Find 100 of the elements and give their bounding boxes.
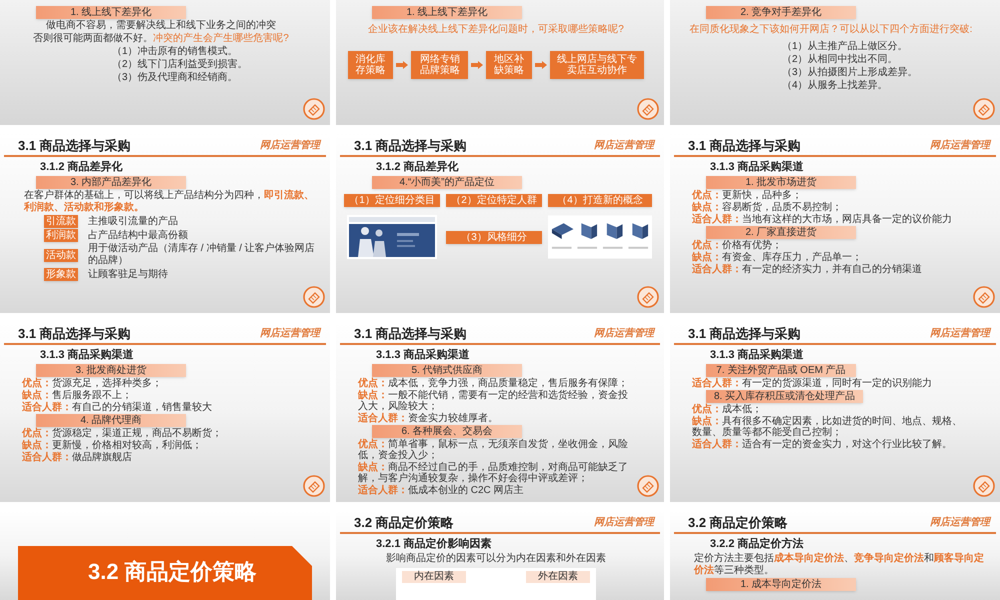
slide-title: 3.2 商品定价策略 [688, 515, 788, 531]
brand-text: 网店运营管理 [260, 138, 320, 153]
slide-title: 3.2 商品定价策略 [354, 515, 454, 531]
tag-label: （1）定位细分类目 [344, 194, 440, 207]
emblem-icon [637, 475, 659, 497]
list-item: （3）伤及代理商和经销商。 [112, 72, 238, 84]
slide-title: 3.1 商品选择与采购 [688, 138, 801, 154]
body-text: 缺点：更新慢，价格相对较高，利润低； [22, 440, 203, 451]
section-heading: 2. 厂家直接进货 [706, 226, 856, 239]
brand-text: 网店运营管理 [260, 326, 320, 341]
slide-subtitle: 3.2.1 商品定价影响因素 [376, 537, 492, 551]
flow-step: 网络专销品牌策略 [411, 51, 468, 79]
body-text: 适合人群：有一定的货源渠道，同时有一定的识别能力 [692, 378, 933, 389]
slide-subtitle: 3.1.3 商品采购渠道 [376, 348, 470, 362]
body-text: 适合人群：适合有一定的资金实力，对这个行业比较了解。 [692, 439, 953, 450]
body-text: 适合人群：有一定的经济实力，并有自己的分销渠道 [692, 264, 923, 275]
slide-subtitle: 3.1.2 商品差异化 [376, 160, 459, 174]
section-heading: 4. 品牌代理商 [36, 414, 186, 427]
brand-text: 网店运营管理 [594, 138, 654, 153]
emblem-icon [973, 475, 995, 497]
slide-subtitle: 3.1.3 商品采购渠道 [40, 348, 134, 362]
section-heading: 2. 竞争对手差异化 [706, 6, 856, 19]
slide-title: 3.1 商品选择与采购 [18, 326, 131, 342]
section-heading: 3. 批发商处进货 [36, 364, 186, 377]
body-text: 缺点：售后服务跟不上； [22, 390, 133, 401]
section-title-banner: 3.2 商品定价策略 [18, 546, 312, 600]
body-text: 适合人群：低成本创业的 C2C 网店主 [358, 485, 525, 496]
slide-thumbnail[interactable]: 1. 线上线下差异化 企业该在解决线上线下差异化问题时，可采取哪些策略呢? 消化库存策略 网络专销品牌策略 地区补缺策略 线上网店与线下专卖店互动协作 [336, 0, 664, 125]
emblem-icon [637, 286, 659, 308]
slide-subtitle: 3.1.3 商品采购渠道 [710, 160, 804, 174]
slide-title: 3.1 商品选择与采购 [354, 326, 467, 342]
body-text: 适合人群：做品牌旗舰店 [22, 452, 133, 463]
section-heading: 3. 内部产品差异化 [36, 176, 186, 189]
slide-thumbnail[interactable]: 1. 线上线下差异化 做电商不容易，需要解决线上和线下业务之间的冲突 否则很可能两面都做不好。冲突的产生会产生哪些危害呢? （1）冲击原有的销售模式。 （2）线下门店利益受到损害。 （3）伤及代理商和经销商。 [0, 0, 330, 125]
tag-description: 让顾客驻足与期待 [88, 268, 168, 280]
flow-step: 消化库存策略 [348, 51, 394, 79]
emblem-icon [303, 98, 325, 120]
body-text: 优点：简单省事，鼠标一点，无须亲自发货，坐收佣金，风险低，资金投入少； [358, 439, 629, 461]
body-text: 在客户群体的基础上，可以将线上产品结构分为四种，即引流款、利润款、活动款和形象款。 [24, 190, 315, 214]
tag-description: 主推吸引流量的产品 [88, 216, 178, 228]
body-text: 缺点：一般不能代销，需要有一定的经营和选货经验，资金投入大，风险较大； [358, 390, 629, 412]
body-text: 优点：成本低； [692, 404, 763, 415]
body-text: 缺点：商品不经过自己的手，品质难控制，对商品可能缺乏了解，与客户沟通较复杂，操作不好会得中评或差评； [358, 462, 629, 484]
flow-step: 线上网店与线下专卖店互动协作 [550, 51, 644, 79]
question-text: 企业该在解决线上线下差异化问题时，可采取哪些策略呢? [368, 24, 624, 36]
list-item: （1）从主推产品上做区分。 [782, 41, 908, 53]
list-item: （2）从相同中找出不同。 [782, 54, 898, 66]
slide-subtitle: 3.1.3 商品采购渠道 [710, 348, 804, 362]
tag-label: 引流款 [44, 215, 78, 228]
body-text: 适合人群：有自己的分销渠道，销售量较大 [22, 402, 213, 413]
slide-title: 3.1 商品选择与采购 [18, 138, 131, 154]
tag-label: （3）风格细分 [446, 230, 542, 244]
body-text: 优点：成本低，竞争力强，商品质量稳定，售后服务有保障； [358, 378, 629, 389]
emblem-icon [303, 475, 325, 497]
body-text: 优点：更新快，品种多； [692, 190, 803, 201]
brand-text: 网店运营管理 [930, 326, 990, 341]
arrow-icon [396, 61, 408, 69]
section-heading: 6. 各种展会、交易会 [372, 425, 522, 438]
body-text: 做电商不容易，需要解决线上和线下业务之间的冲突 [46, 20, 276, 32]
factor-card: 外在因素 [526, 571, 590, 583]
body-text: 定价方法主要包括成本导向定价法、竞争导向定价法和顾客导向定价法等三种类型。 [694, 553, 985, 577]
factor-card: 内在因素 [402, 571, 466, 583]
section-heading: 8. 买入库存积压或清仓处理产品 [706, 390, 864, 403]
tag-label: 形象款 [44, 268, 78, 281]
body-text: 优点：货源稳定，渠道正规，商品不易断货； [22, 428, 223, 439]
section-heading: 5. 代销式供应商 [372, 364, 522, 377]
body-text: 适合人群：当地有这样的大市场，网店具备一定的议价能力 [692, 214, 953, 225]
question-text: 在同质化现象之下该如何开网店？可以从以下四个方面进行突破: [690, 24, 972, 36]
body-text: 适合人群：资金实力较雄厚者。 [358, 413, 499, 424]
body-text: 否则很可能两面都做不好。冲突的产生会产生哪些危害呢? [33, 33, 289, 45]
list-item: （3）从拍摄图片上形成差异。 [782, 67, 918, 79]
slide-title: 3.1 商品选择与采购 [354, 138, 467, 154]
arrow-icon [471, 61, 484, 69]
tag-label: 活动款 [44, 248, 78, 262]
section-heading: 1. 成本导向定价法 [706, 578, 856, 591]
body-text: 缺点：有资金、库存压力，产品单一； [692, 252, 863, 263]
slide-subtitle: 3.1.2 商品差异化 [40, 160, 123, 174]
flow-step: 地区补缺策略 [486, 51, 532, 79]
tag-label: （2）定位特定人群 [446, 194, 542, 207]
section-heading: 7. 关注外贸产品或 OEM 产品 [706, 364, 856, 377]
tag-description: 占产品结构中最高份额 [88, 230, 188, 242]
list-item: （4）从服务上找差异。 [782, 80, 888, 92]
body-text: 优点：货源充足，选择种类多； [22, 378, 163, 389]
section-heading: 1. 线上线下差异化 [372, 6, 522, 19]
slide-thumbnail[interactable]: 2. 竞争对手差异化 在同质化现象之下该如何开网店？可以从以下四个方面进行突破: （1）从主推产品上做区分。 （2）从相同中找出不同。 （3）从拍摄图片上形成差异。 （4）从服务上找差异。 [670, 0, 1000, 125]
tag-description: 用于做活动产品（清库存 / 冲销量 / 让客户体验网店的品牌） [88, 243, 316, 267]
list-item: （1）冲击原有的销售模式。 [112, 46, 238, 58]
tag-label: （4）打造新的概念 [548, 194, 652, 207]
body-text: 缺点：容易断货，品质不易控制； [692, 202, 843, 213]
slide-title: 3.1 商品选择与采购 [688, 326, 801, 342]
slide-subtitle: 3.2.2 商品定价方法 [710, 537, 804, 551]
section-heading: 1. 线上线下差异化 [36, 6, 186, 19]
emblem-icon [303, 286, 325, 308]
body-text: 缺点：具有很多不确定因素，比如进货的时间、地点、规格、数量、质量等都不能受自己控制； [692, 416, 963, 438]
list-item: （2）线下门店利益受到损害。 [112, 59, 248, 71]
tag-label: 利润款 [44, 229, 78, 242]
body-text: 影响商品定价的因素可以分为内在因素和外在因素 [386, 553, 606, 565]
arrow-icon [534, 61, 547, 69]
brand-text: 网店运营管理 [594, 515, 654, 530]
emblem-icon [973, 286, 995, 308]
